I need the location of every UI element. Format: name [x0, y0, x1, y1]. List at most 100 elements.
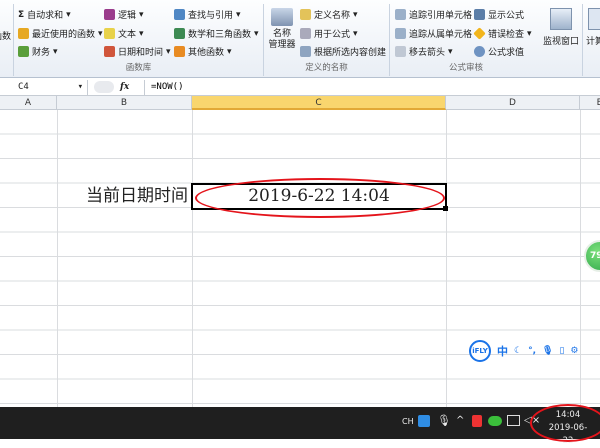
fill-handle[interactable] [443, 206, 448, 211]
annotation-ellipse [195, 178, 445, 218]
show-formulas-icon [474, 9, 485, 20]
column-header-d[interactable]: D [446, 96, 580, 110]
network-icon[interactable] [507, 415, 520, 426]
dropdown-icon: ▾ [254, 28, 259, 39]
wechat-icon[interactable] [488, 416, 502, 426]
moon-icon[interactable]: ☾ [514, 346, 522, 356]
more-book-icon [174, 46, 185, 57]
microphone-tray-icon[interactable]: 🎙︎ [437, 414, 451, 427]
watch-window-button[interactable]: 监视窗口 [540, 8, 582, 48]
evaluate-icon [474, 46, 485, 57]
define-name-button[interactable]: 定义名称 ▾ [300, 8, 358, 21]
formula-bar: C4 ▾ fx [0, 79, 600, 96]
date-time-button[interactable]: 日期和时间 ▾ [104, 45, 171, 58]
evaluate-formula-button[interactable]: 公式求值 [474, 45, 524, 58]
grid-line [192, 110, 193, 407]
autosum-button[interactable]: Σ 自动求和 ▾ [18, 8, 71, 22]
splitter-handle[interactable] [94, 81, 114, 93]
dropdown-icon: ▾ [353, 9, 358, 20]
star-book-icon [18, 28, 29, 39]
annotation-ellipse [530, 404, 600, 442]
math-trig-button[interactable]: 数学和三角函数 ▾ [174, 27, 259, 40]
language-indicator[interactable]: CH [402, 417, 414, 426]
column-header-c[interactable]: C [192, 96, 446, 110]
gear-icon[interactable]: ⚙ [570, 346, 578, 356]
group-formula-auditing: 追踪引用单元格 追踪从属单元格 移去箭头 ▾ 显示公式 错误检查 ▾ 公式求值 监视… [390, 4, 583, 76]
remove-arrows-icon [395, 46, 406, 57]
error-check-icon [473, 27, 486, 40]
text-book-icon [104, 28, 115, 39]
error-checking-button[interactable]: 错误检查 ▾ [473, 27, 532, 40]
recent-functions-button[interactable]: 最近使用的函数 ▾ [18, 27, 103, 40]
cell-b4[interactable]: 当前日期时间 [57, 184, 192, 209]
financial-book-icon [18, 46, 29, 57]
column-header-b[interactable]: B [57, 96, 192, 110]
punctuation-icon[interactable]: °, [528, 346, 536, 356]
grid-line [580, 110, 581, 407]
dropdown-icon: ▾ [448, 46, 453, 57]
name-manager-button[interactable]: 名称 管理器 [266, 8, 298, 51]
dropdown-icon: ▾ [527, 28, 532, 39]
logical-book-icon [104, 9, 115, 20]
dropdown-icon: ▾ [353, 28, 358, 39]
name-manager-icon [271, 8, 293, 26]
remove-arrows-button[interactable]: 移去箭头 ▾ [395, 45, 453, 58]
tag-icon [300, 9, 311, 20]
chevron-up-icon[interactable]: ^ [456, 415, 464, 426]
trace-dependents-icon [395, 28, 406, 39]
group-function-library: Σ 自动求和 ▾ 最近使用的函数 ▾ 财务 ▾ 逻辑 ▾ 文本 ▾ 日期和时间 ▾ 查找与引用… [14, 4, 264, 76]
column-header-a[interactable]: A [0, 96, 57, 110]
microphone-icon[interactable]: 🎙︎ [542, 346, 553, 356]
text-button[interactable]: 文本 ▾ [104, 27, 144, 40]
trace-precedents-button[interactable]: 追踪引用单元格 [395, 8, 472, 21]
group-label: 公式审核 [448, 63, 483, 73]
dropdown-icon: ▾ [166, 46, 171, 57]
name-box[interactable]: C4 ▾ [0, 79, 88, 95]
show-formulas-button[interactable]: 显示公式 [474, 8, 524, 21]
math-book-icon [174, 28, 185, 39]
dropdown-icon: ▾ [139, 9, 144, 20]
grid-line [446, 110, 447, 407]
group-label: 函数库 [125, 63, 152, 73]
insert-function-label[interactable]: 函数 [0, 32, 14, 43]
chevron-down-icon: ▾ [77, 82, 83, 92]
financial-button[interactable]: 财务 ▾ [18, 45, 58, 58]
ribbon: 函数 Σ自动求和▾ 最近使用的函数▾ 财务▾ 逻辑▾ 文本▾ 日期和时间▾ 查找… [0, 0, 600, 78]
lookup-button[interactable]: 查找与引用 ▾ [174, 8, 241, 21]
column-header-e[interactable]: E [580, 96, 600, 110]
calculator-icon [588, 8, 600, 30]
use-in-formula-button[interactable]: 用于公式 ▾ [300, 27, 358, 40]
cell-grid[interactable] [0, 110, 600, 407]
date-book-icon [104, 46, 115, 57]
dropdown-icon: ▾ [139, 28, 144, 39]
group-defined-names: 名称 管理器 定义名称 ▾ 用于公式 ▾ 根据所选内容创建 定义的名称 [264, 4, 390, 76]
dropdown-icon: ▾ [227, 46, 232, 57]
create-from-selection-button[interactable]: 根据所选内容创建 [300, 45, 386, 58]
keyboard-icon[interactable]: ▯ [559, 346, 564, 356]
insert-function-icon[interactable]: fx [120, 82, 144, 92]
formula-icon [300, 28, 311, 39]
group-insert-function[interactable]: 函数 [0, 4, 14, 76]
taskbar: CH 🎙︎ ^ ◁× 14:04 2019-06-22 [0, 404, 600, 446]
more-functions-button[interactable]: 其他函数 ▾ [174, 45, 232, 58]
trace-precedents-icon [395, 9, 406, 20]
group-label: 定义的名称 [305, 63, 348, 73]
formula-input[interactable] [144, 79, 600, 95]
grid-line [57, 110, 58, 407]
lookup-book-icon [174, 9, 185, 20]
dropdown-icon: ▾ [53, 46, 58, 57]
dropdown-icon: ▾ [98, 28, 103, 39]
watch-window-icon [550, 8, 572, 30]
logical-button[interactable]: 逻辑 ▾ [104, 8, 144, 21]
ime-mode-toggle[interactable]: 中 [497, 343, 508, 359]
sigma-icon: Σ [18, 9, 25, 20]
trace-dependents-button[interactable]: 追踪从属单元格 [395, 27, 472, 40]
ime-toolbar: iFLY 中 ☾ °, 🎙︎ ▯ ⚙ [469, 340, 599, 362]
qq-icon[interactable] [472, 415, 482, 427]
dropdown-icon: ▾ [66, 9, 71, 20]
calculation-button[interactable]: 计算 [586, 8, 600, 48]
ime-logo[interactable]: iFLY [469, 340, 491, 362]
ime-tray-icon[interactable] [418, 415, 430, 427]
grid-icon [300, 46, 311, 57]
dropdown-icon: ▾ [236, 9, 241, 20]
